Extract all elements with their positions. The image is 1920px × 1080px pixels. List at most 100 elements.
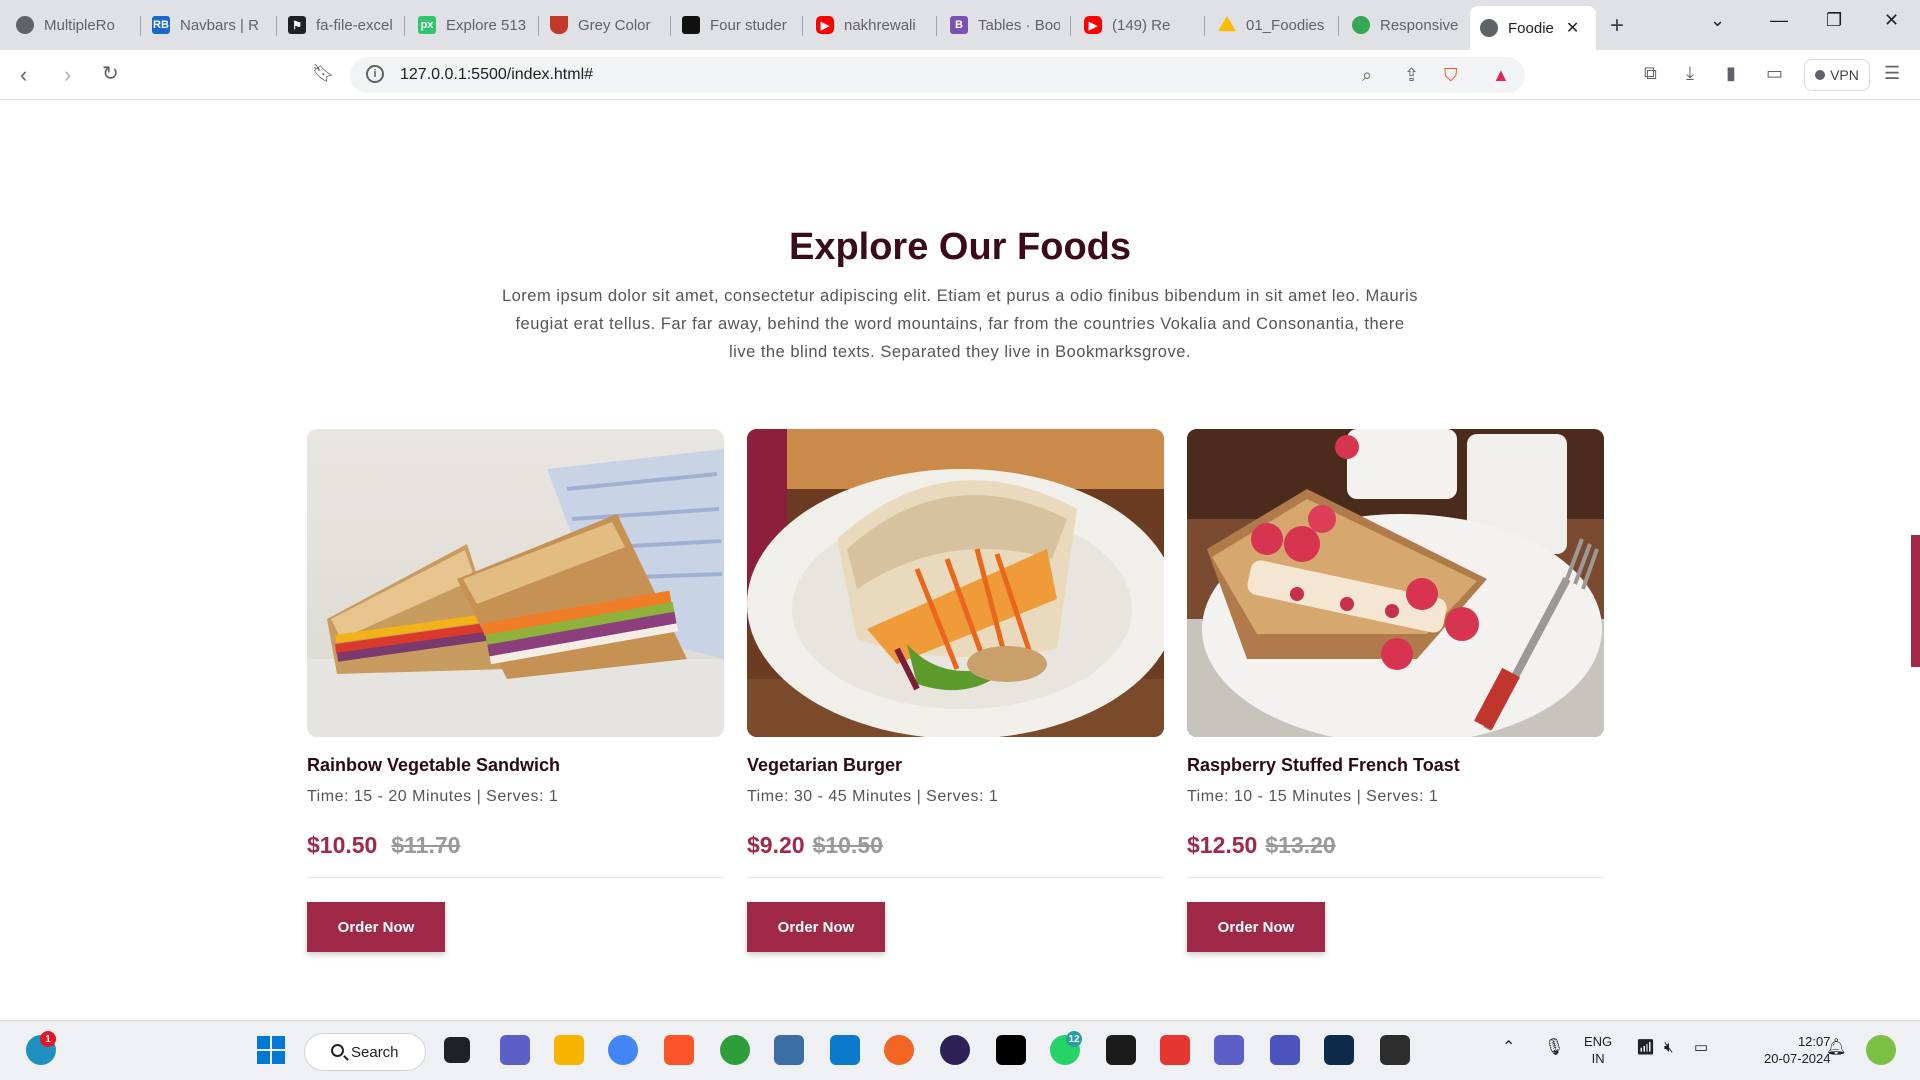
brave-shields-icon[interactable]: ⛉ (1444, 65, 1458, 86)
menu-icon[interactable]: ☰ (1884, 63, 1900, 84)
browser-tab-active[interactable]: Foodie ✕ (1470, 6, 1596, 50)
teams-classic-icon[interactable] (1270, 1035, 1300, 1065)
tab-separator (276, 16, 277, 36)
scroll-to-top-tab[interactable] (1911, 535, 1920, 667)
anydesk-icon[interactable] (1160, 1035, 1190, 1065)
task-view-icon[interactable] (444, 1037, 470, 1063)
vscode-icon[interactable] (830, 1035, 860, 1065)
start-icon[interactable] (256, 1035, 286, 1065)
flag-icon: ⚑ (288, 16, 306, 34)
tab-separator (670, 16, 671, 36)
restore-button[interactable]: ❐ (1826, 10, 1842, 31)
reload-icon[interactable]: ↻ (102, 61, 119, 86)
globe-icon (1480, 19, 1498, 37)
url-text[interactable]: 127.0.0.1:5500/index.html# (400, 66, 593, 84)
microphone-icon[interactable]: 🎙︎ (1544, 1039, 1564, 1056)
browser-tab[interactable]: px Explore 513 (408, 8, 538, 42)
forward-icon[interactable]: › (64, 62, 71, 88)
browser-tab[interactable]: ⚑ fa-file-excel (278, 8, 408, 42)
food-name: Raspberry Stuffed French Toast (1187, 755, 1460, 775)
teams-icon[interactable] (500, 1035, 530, 1065)
food-image (747, 429, 1164, 737)
section-description: Lorem ipsum dolor sit amet, consectetur … (501, 287, 1419, 361)
divider (747, 877, 1164, 878)
search-icon (331, 1044, 344, 1057)
leaf-icon (1352, 16, 1370, 34)
order-now-button[interactable]: Order Now (1187, 902, 1325, 952)
browser-tab[interactable]: Grey Color (540, 8, 670, 42)
current-price: $12.50 (1187, 832, 1258, 858)
tab-search-chevron-icon[interactable]: ⌄ (1710, 10, 1725, 31)
tab-separator (1070, 16, 1071, 36)
download-icon[interactable]: ⤓ (1686, 63, 1694, 84)
food-card: Raspberry Stuffed French Toast Time: 10 … (1187, 429, 1604, 952)
docker-desktop-icon[interactable] (1324, 1035, 1354, 1065)
food-name: Vegetarian Burger (747, 755, 903, 775)
browser-tab[interactable]: RB Navbars | R (142, 8, 272, 42)
notification-bell-icon[interactable]: 🔔︎ (1826, 1039, 1846, 1056)
sidebar-icon[interactable]: ▮ (1726, 63, 1736, 84)
battery-icon[interactable]: ▭ (1694, 1039, 1708, 1056)
language-indicator[interactable]: ENG IN (1584, 1033, 1612, 1067)
tab-separator (538, 16, 539, 36)
bookmark-icon[interactable]: 🔖︎ (312, 63, 335, 84)
mysql-icon[interactable] (774, 1035, 804, 1065)
address-bar[interactable]: i 127.0.0.1:5500/index.html# ⌕ ⇪ ⛉ ▲ (350, 57, 1525, 93)
minimize-button[interactable]: — (1770, 10, 1788, 31)
tab-separator (1338, 16, 1339, 36)
wallet-icon[interactable]: ▭ (1766, 63, 1783, 84)
youtube-icon: ▶ (816, 16, 834, 34)
brave-rewards-icon[interactable]: ▲ (1492, 65, 1510, 86)
divider (1187, 877, 1604, 878)
food-meta: Time: 30 - 45 Minutes | Serves: 1 (747, 788, 999, 805)
postman-icon[interactable] (884, 1035, 914, 1065)
show-hidden-icons-icon[interactable]: ⌃ (1502, 1039, 1515, 1056)
new-tab-button[interactable]: + (1610, 12, 1624, 40)
extensions-icon[interactable]: ⧉ (1644, 63, 1657, 84)
browser-tab[interactable]: ▶ (149) Re (1074, 8, 1204, 42)
browser-tab[interactable]: MultipleRo (6, 8, 136, 42)
clock[interactable]: 12:07 20-07-2024 (1764, 1033, 1831, 1067)
terminal-app-icon[interactable] (1106, 1035, 1136, 1065)
order-now-button[interactable]: Order Now (747, 902, 885, 952)
browser-tab[interactable]: B Tables · Boo (940, 8, 1070, 42)
food-card: Rainbow Vegetable Sandwich Time: 15 - 20… (307, 429, 724, 952)
brave-icon[interactable] (664, 1035, 694, 1065)
close-window-button[interactable]: ✕ (1884, 10, 1899, 31)
back-icon[interactable]: ‹ (20, 62, 27, 88)
site-info-icon[interactable]: i (366, 65, 384, 83)
tab-separator (802, 16, 803, 36)
taskbar-search[interactable]: Search (304, 1033, 426, 1071)
globe-icon (16, 16, 34, 34)
food-card: Vegetarian Burger Time: 30 - 45 Minutes … (747, 429, 1164, 952)
copilot-icon[interactable] (1866, 1035, 1896, 1065)
old-price: $11.70 (391, 832, 461, 858)
intellij-icon[interactable] (996, 1035, 1026, 1065)
command-prompt-icon[interactable] (1380, 1035, 1410, 1065)
browser-tab[interactable]: 01_Foodies (1208, 8, 1338, 42)
wifi-icon[interactable]: 📶︎ (1636, 1039, 1655, 1056)
current-price: $10.50 (307, 832, 378, 858)
teams-new-icon[interactable] (1214, 1035, 1244, 1065)
old-price: $10.50 (812, 832, 883, 858)
order-now-button[interactable]: Order Now (307, 902, 445, 952)
vpn-button[interactable]: VPN (1804, 59, 1870, 91)
food-meta: Time: 10 - 15 Minutes | Serves: 1 (1187, 788, 1439, 805)
file-explorer-icon[interactable] (554, 1035, 584, 1065)
close-tab-icon[interactable]: ✕ (1566, 18, 1579, 38)
browser-tab[interactable]: ▶ nakhrewali (806, 8, 936, 42)
chrome-icon[interactable] (608, 1035, 638, 1065)
volume-muted-icon[interactable]: 🔇︎ (1664, 1039, 1673, 1056)
section-title: Explore Our Foods (788, 226, 1132, 268)
browser-tab[interactable]: Four studer (672, 8, 802, 42)
browser-tab[interactable]: Responsive (1342, 8, 1472, 42)
tab-separator (936, 16, 937, 36)
bootstrap-icon: B (950, 16, 968, 34)
spring-tool-icon[interactable] (720, 1035, 750, 1065)
drive-icon (1218, 16, 1236, 32)
tab-separator (1204, 16, 1205, 36)
zoom-icon[interactable]: ⌕ (1362, 65, 1372, 86)
share-icon[interactable]: ⇪ (1404, 65, 1419, 86)
eclipse-icon[interactable] (940, 1035, 970, 1065)
tab-separator (404, 16, 405, 36)
